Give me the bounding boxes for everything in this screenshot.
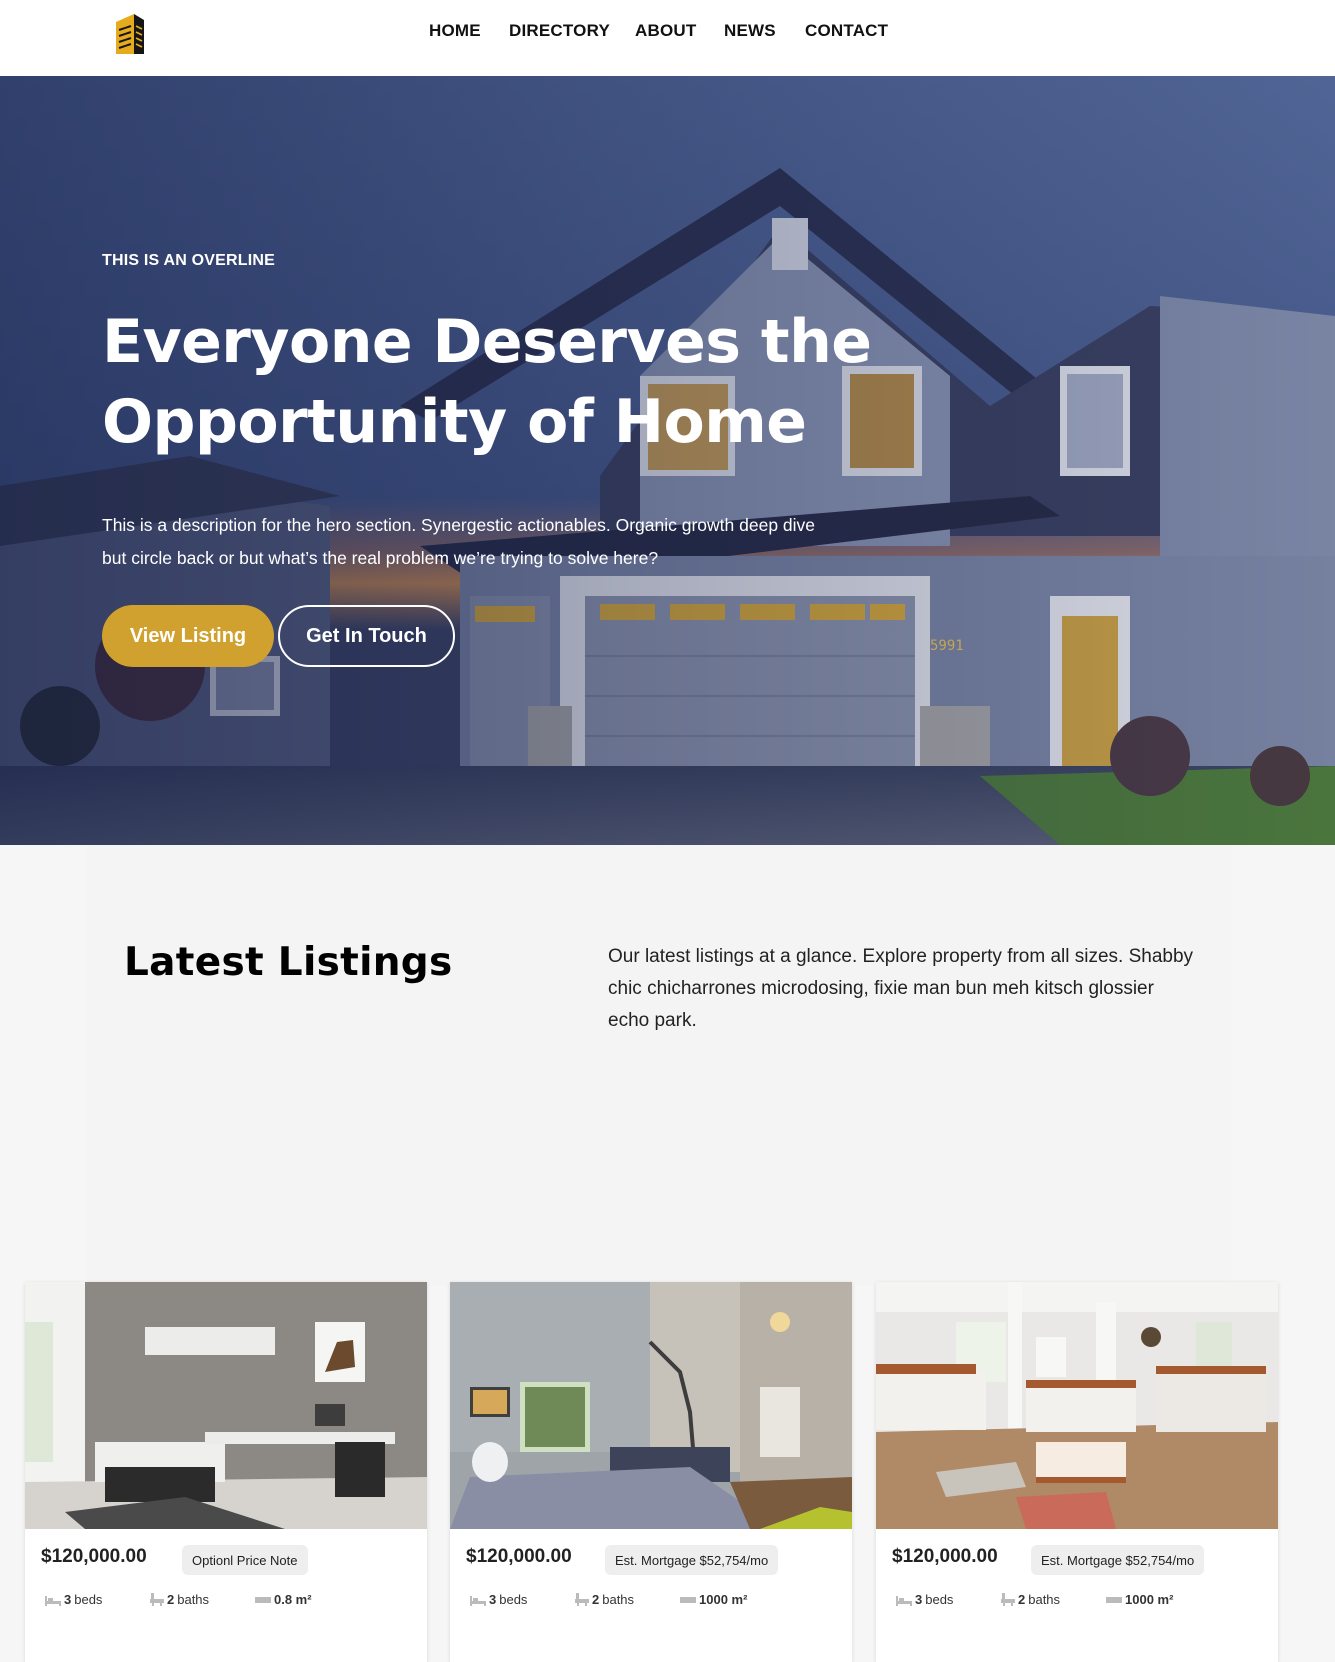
beds-label: beds: [74, 1592, 103, 1607]
beds-feature: 3 beds: [470, 1592, 527, 1607]
view-listing-button[interactable]: View Listing: [102, 605, 274, 667]
listing-price: $120,000.00: [41, 1546, 147, 1567]
area-icon: [255, 1596, 271, 1603]
area-feature: 1000 m²: [680, 1592, 750, 1607]
area-feature: 0.8 m²: [255, 1592, 315, 1607]
baths-count: 2: [167, 1592, 175, 1607]
nav-directory[interactable]: DIRECTORY: [509, 21, 610, 41]
area-value: 0.8 m²: [274, 1592, 312, 1607]
area-value: 1000 m²: [1125, 1592, 1174, 1607]
beds-count: 3: [489, 1592, 497, 1607]
listing-photo-bedroom-desk: [25, 1282, 427, 1529]
baths-label: baths: [177, 1592, 210, 1607]
nav-home[interactable]: HOME: [429, 21, 481, 41]
price-note-badge: Optionl Price Note: [182, 1545, 308, 1575]
hero-title: Everyone Deserves the Opportunity of Hom…: [102, 307, 872, 457]
beds-label: beds: [499, 1592, 528, 1607]
main-nav: HOME DIRECTORY ABOUT NEWS CONTACT: [0, 21, 1335, 45]
beds-count: 3: [915, 1592, 923, 1607]
beds-feature: 3 beds: [45, 1592, 102, 1607]
section-description: Our latest listings at a glance. Explore…: [608, 946, 1194, 1031]
baths-label: baths: [1028, 1592, 1061, 1607]
listing-price: $120,000.00: [892, 1546, 998, 1567]
nav-about[interactable]: ABOUT: [635, 21, 696, 41]
bath-icon: [150, 1593, 164, 1606]
bath-icon: [575, 1593, 589, 1606]
listing-photo-bedroom-beds: [876, 1282, 1278, 1529]
listings-panel: [87, 845, 1231, 1285]
est-mortgage-badge: Est. Mortgage $52,754/mo: [605, 1545, 779, 1575]
bed-icon: [45, 1595, 61, 1606]
area-feature: 1000 m²: [1106, 1592, 1176, 1607]
hero-section: 5991 THIS IS AN OVERLINE Everyone Deserv…: [0, 76, 1335, 845]
bath-icon: [1001, 1593, 1015, 1606]
area-value: 1000 m²: [699, 1592, 748, 1607]
beds-label: beds: [925, 1592, 954, 1607]
est-mortgage-badge: Est. Mortgage $52,754/mo: [1031, 1545, 1205, 1575]
area-icon: [680, 1596, 696, 1603]
listing-card[interactable]: $120,000.00 Est. Mortgage $52,754/mo 3 be…: [450, 1282, 852, 1662]
hero-overline: THIS IS AN OVERLINE: [102, 252, 276, 269]
nav-news[interactable]: NEWS: [724, 21, 776, 41]
get-in-touch-button[interactable]: Get In Touch: [278, 605, 455, 667]
bed-icon: [896, 1595, 912, 1606]
beds-feature: 3 beds: [896, 1592, 953, 1607]
bed-icon: [470, 1595, 486, 1606]
hero-description: This is a description for the hero secti…: [102, 515, 816, 568]
site-header: HOME DIRECTORY ABOUT NEWS CONTACT: [0, 0, 1335, 76]
nav-contact[interactable]: CONTACT: [805, 21, 888, 41]
baths-count: 2: [1018, 1592, 1026, 1607]
listing-photo-living-room: [450, 1282, 852, 1529]
listing-card[interactable]: $120,000.00 Optionl Price Note 3 beds 2 ba…: [25, 1282, 427, 1662]
beds-count: 3: [64, 1592, 72, 1607]
baths-label: baths: [602, 1592, 635, 1607]
section-title: Latest Listings: [124, 940, 453, 985]
listing-card[interactable]: $120,000.00 Est. Mortgage $52,754/mo 3 be…: [876, 1282, 1278, 1662]
listing-price: $120,000.00: [466, 1546, 572, 1567]
baths-feature: 2 baths: [1001, 1592, 1060, 1607]
baths-feature: 2 baths: [150, 1592, 209, 1607]
baths-count: 2: [592, 1592, 600, 1607]
baths-feature: 2 baths: [575, 1592, 634, 1607]
area-icon: [1106, 1596, 1122, 1603]
